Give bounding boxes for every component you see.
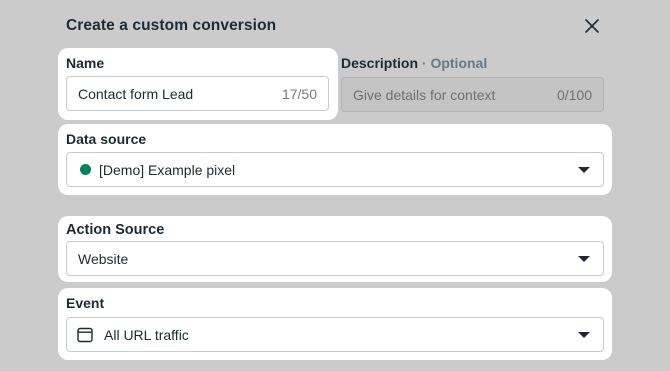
event-label: Event [66,295,105,311]
name-counter: 17/50 [281,86,317,102]
browser-window-icon [77,327,93,342]
close-button[interactable] [583,17,601,35]
chevron-down-icon [578,332,590,338]
data-source-select[interactable]: [Demo] Example pixel [66,152,604,187]
action-source-card: Action Source Website [58,216,612,282]
action-source-value: Website [78,250,129,267]
description-label: Description · Optional [341,55,487,71]
chevron-down-icon [578,167,590,173]
name-label: Name [66,55,105,71]
dialog-title: Create a custom conversion [66,17,277,34]
description-input[interactable]: Give details for context 0/100 [341,77,604,112]
description-optional: · Optional [421,55,488,71]
chevron-down-icon [578,256,590,262]
action-source-label: Action Source [66,222,165,238]
description-label-text: Description [341,55,419,71]
description-counter: 0/100 [556,87,592,103]
name-input[interactable]: Contact form Lead 17/50 [66,76,329,111]
name-value: Contact form Lead [78,85,194,102]
description-placeholder: Give details for context [353,86,496,103]
data-source-card: Data source [Demo] Example pixel [58,124,612,195]
status-dot-icon [80,164,91,175]
data-source-label: Data source [66,131,147,147]
action-source-select[interactable]: Website [66,241,604,276]
event-select[interactable]: All URL traffic [66,317,604,352]
event-value: All URL traffic [104,326,189,343]
close-icon [585,19,599,33]
name-card: Name Contact form Lead 17/50 [58,48,338,120]
data-source-value: [Demo] Example pixel [99,161,236,178]
event-card: Event All URL traffic [58,288,612,360]
